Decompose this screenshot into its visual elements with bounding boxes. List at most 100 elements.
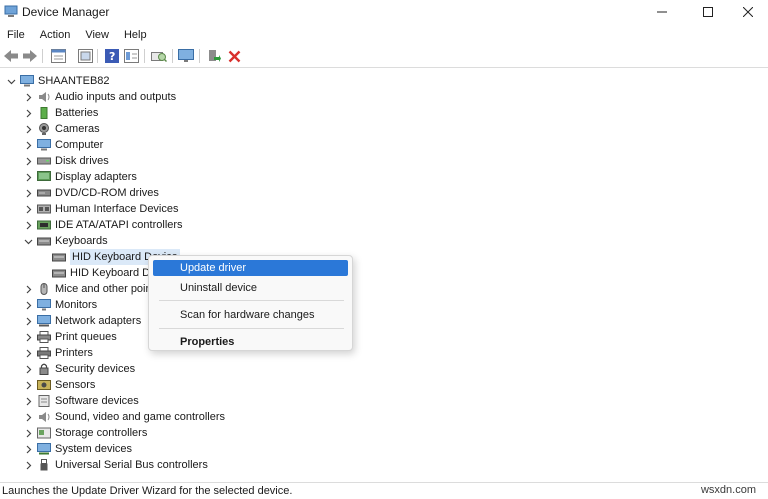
scan-hardware-button[interactable]	[151, 48, 167, 64]
back-button[interactable]	[3, 48, 19, 64]
tree-item-label: Computer	[55, 139, 104, 151]
chevron-right-icon[interactable]	[23, 124, 33, 134]
chevron-right-icon[interactable]	[23, 428, 33, 438]
device-manager-app-icon	[4, 5, 18, 17]
tree-item-label: Universal Serial Bus controllers	[55, 459, 208, 471]
chevron-right-icon[interactable]	[23, 188, 33, 198]
show-hide-button[interactable]	[77, 48, 93, 64]
tree-item-label: Audio inputs and outputs	[55, 91, 177, 103]
chevron-down-icon[interactable]	[6, 76, 16, 86]
tree-item-ide[interactable]: IDE ATA/ATAPI controllers	[23, 217, 183, 233]
tree-item-label: Sensors	[55, 379, 96, 391]
chevron-right-icon[interactable]	[23, 284, 33, 294]
tree-item-network[interactable]: Network adapters	[23, 313, 141, 329]
back-icon	[4, 50, 18, 62]
menu-action[interactable]: Action	[33, 26, 79, 44]
tree-item-computer[interactable]: Computer	[23, 137, 103, 153]
tree-item-hid[interactable]: Human Interface Devices	[23, 201, 179, 217]
menu-help[interactable]: Help	[117, 26, 155, 44]
tree-item-print-queues[interactable]: Print queues	[23, 329, 117, 345]
software-icon	[38, 395, 50, 407]
disk-icon	[37, 157, 51, 165]
tree-item-disk-drives[interactable]: Disk drives	[23, 153, 109, 169]
context-menu: Update driver Uninstall device Scan for …	[148, 255, 353, 351]
tree-item-cameras[interactable]: Cameras	[23, 121, 100, 137]
tree-item-sound[interactable]: Sound, video and game controllers	[23, 409, 225, 425]
tree-item-sensors[interactable]: Sensors	[23, 377, 95, 393]
tree-item-mice[interactable]: Mice and other poir	[23, 281, 149, 297]
minimize-icon	[657, 11, 667, 13]
ide-icon	[37, 220, 51, 230]
tree-item-monitors[interactable]: Monitors	[23, 297, 97, 313]
chevron-right-icon[interactable]	[23, 396, 33, 406]
update-driver-button[interactable]	[206, 48, 222, 64]
tree-item-storage[interactable]: Storage controllers	[23, 425, 147, 441]
watermark: wsxdn.com	[700, 484, 756, 496]
tree-item-usb[interactable]: Universal Serial Bus controllers	[23, 457, 208, 473]
properties-button[interactable]	[50, 48, 66, 64]
details-button[interactable]	[123, 48, 139, 64]
chevron-right-icon[interactable]	[23, 444, 33, 454]
tree-item-label: Security devices	[55, 363, 136, 375]
chevron-right-icon[interactable]	[23, 364, 33, 374]
chevron-right-icon[interactable]	[23, 220, 33, 230]
uninstall-device-button[interactable]	[226, 48, 242, 64]
tree-root[interactable]: SHAANTEB82	[6, 73, 110, 89]
forward-button[interactable]	[22, 48, 38, 64]
tree-item-printers[interactable]: Printers	[23, 345, 93, 361]
chevron-right-icon[interactable]	[23, 140, 33, 150]
chevron-right-icon[interactable]	[23, 332, 33, 342]
display-icon	[37, 171, 51, 181]
keyboard-icon	[52, 269, 66, 278]
keyboard-icon	[37, 237, 51, 246]
update-driver-menu-item[interactable]: Update driver	[153, 260, 348, 276]
chevron-right-icon[interactable]	[23, 172, 33, 182]
help-button[interactable]: ?	[104, 48, 120, 64]
computer-root-icon	[20, 75, 34, 87]
tree-item-label: Print queues	[55, 331, 117, 343]
chevron-right-icon[interactable]	[23, 156, 33, 166]
status-bar: Launches the Update Driver Wizard for th…	[0, 482, 768, 499]
chevron-down-icon[interactable]	[23, 236, 33, 246]
usb-icon	[40, 459, 48, 471]
chevron-right-icon[interactable]	[23, 300, 33, 310]
tree-item-label: Monitors	[55, 299, 98, 311]
menu-file[interactable]: File	[0, 26, 33, 44]
tree-item-label: HID Keyboard De	[70, 267, 157, 279]
tree-item-software[interactable]: Software devices	[23, 393, 139, 409]
tree-item-label: Disk drives	[55, 155, 109, 167]
tree-item-label: Mice and other poir	[55, 283, 150, 295]
toolbar-separator	[42, 49, 43, 63]
chevron-right-icon[interactable]	[23, 348, 33, 358]
menu-separator	[159, 328, 344, 329]
tree-item-display-adapters[interactable]: Display adapters	[23, 169, 137, 185]
tree-item-keyboards[interactable]: Keyboards	[23, 233, 108, 249]
chevron-right-icon[interactable]	[23, 460, 33, 470]
tree-item-hid-keyboard-2[interactable]: HID Keyboard De	[52, 265, 156, 281]
chevron-right-icon[interactable]	[23, 380, 33, 390]
title-bar: Device Manager	[0, 0, 768, 24]
tree-item-audio[interactable]: Audio inputs and outputs	[23, 89, 176, 105]
minimize-button[interactable]	[640, 0, 684, 24]
tree-item-dvd-drives[interactable]: DVD/CD-ROM drives	[23, 185, 159, 201]
properties-menu-item[interactable]: Properties	[153, 334, 348, 350]
menu-view[interactable]: View	[78, 26, 117, 44]
monitor-button[interactable]	[178, 48, 194, 64]
maximize-icon	[703, 7, 713, 17]
chevron-right-icon[interactable]	[23, 108, 33, 118]
maximize-button[interactable]	[686, 0, 730, 24]
chevron-right-icon[interactable]	[23, 316, 33, 326]
chevron-right-icon[interactable]	[23, 412, 33, 422]
tree-item-label: Cameras	[55, 123, 100, 135]
scan-hardware-menu-item[interactable]: Scan for hardware changes	[153, 307, 348, 323]
tree-item-security[interactable]: Security devices	[23, 361, 135, 377]
toolbar-separator	[97, 49, 98, 63]
tree-item-batteries[interactable]: Batteries	[23, 105, 98, 121]
tree-item-system[interactable]: System devices	[23, 441, 132, 457]
computer-icon	[37, 139, 51, 151]
chevron-right-icon[interactable]	[23, 92, 33, 102]
uninstall-device-menu-item[interactable]: Uninstall device	[153, 280, 348, 296]
chevron-right-icon[interactable]	[23, 204, 33, 214]
close-button[interactable]	[726, 0, 768, 24]
printer-icon	[37, 347, 51, 359]
